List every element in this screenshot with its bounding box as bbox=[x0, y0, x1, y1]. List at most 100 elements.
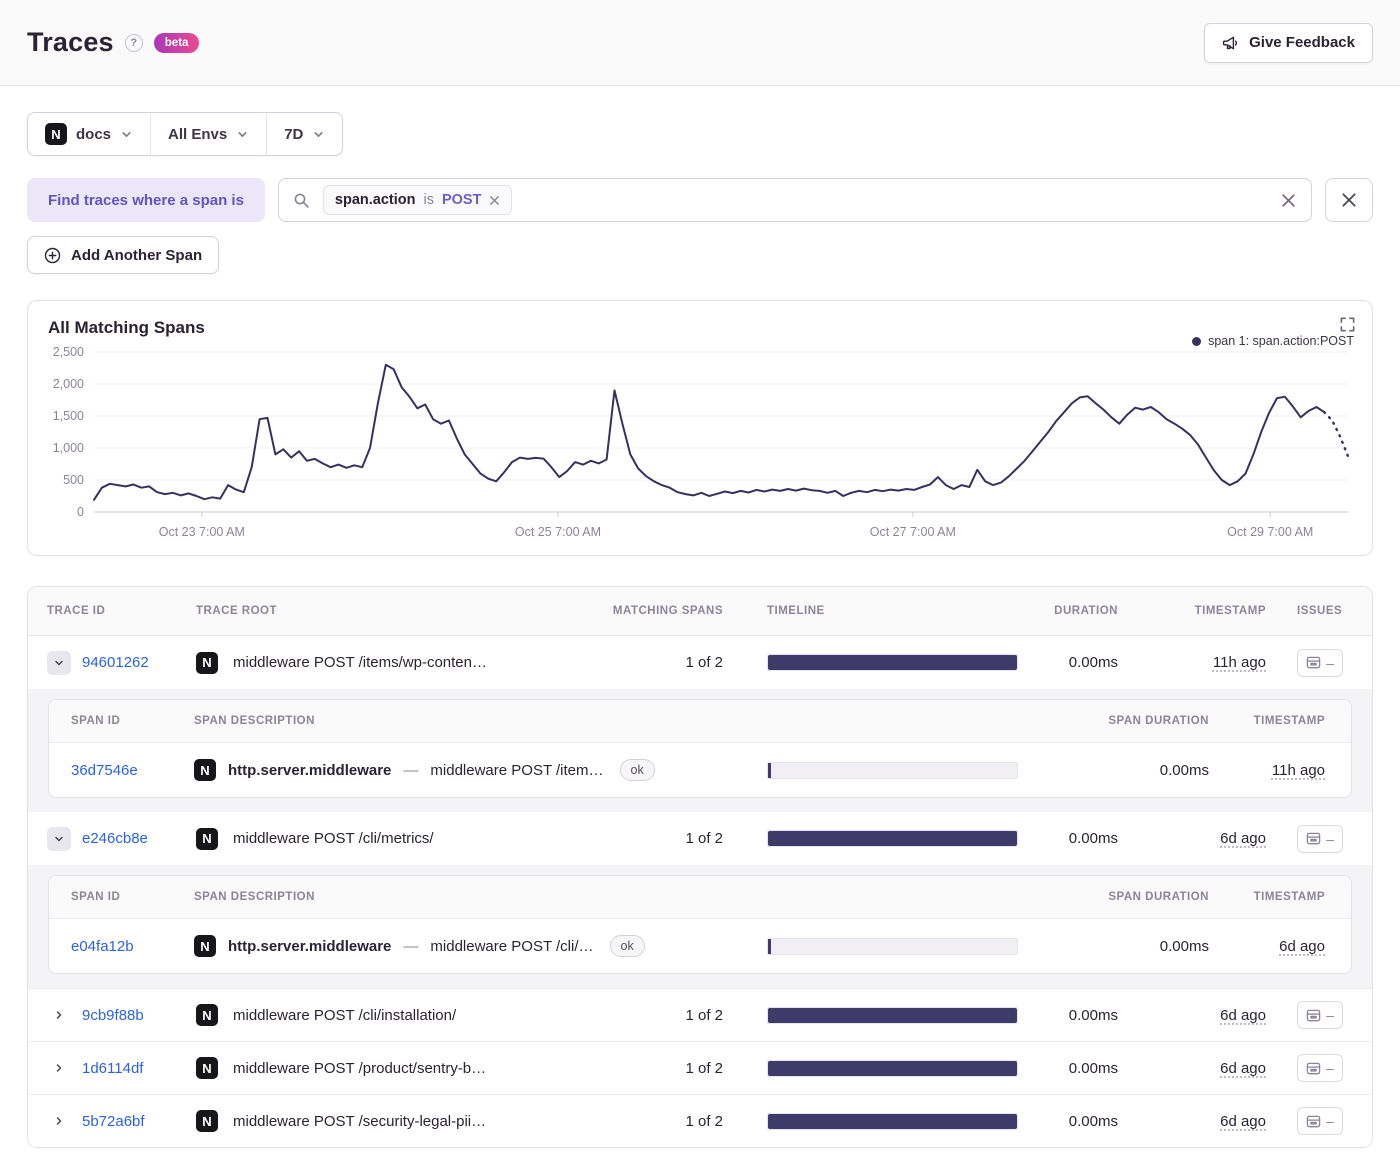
spans-chart: 0 500 1,000 1,500 2,000 2,500 Oct 23 7:00 AM Oc… bbox=[53, 345, 1350, 539]
table-row: e246cb8e N middleware POST /cli/metrics/… bbox=[28, 812, 1372, 865]
environment-filter[interactable]: All Envs bbox=[151, 113, 268, 155]
col-timeline: TIMELINE bbox=[767, 605, 825, 617]
date-range-filter-label: 7D bbox=[284, 125, 304, 143]
chevron-down-icon bbox=[236, 128, 249, 141]
matching-spans-value: 1 of 2 bbox=[685, 1059, 723, 1077]
svg-text:Oct 27 7:00 AM: Oct 27 7:00 AM bbox=[870, 525, 956, 539]
svg-text:Oct 29 7:00 AM: Oct 29 7:00 AM bbox=[1227, 525, 1313, 539]
chart-title: All Matching Spans bbox=[48, 318, 205, 337]
expand-chart-icon[interactable] bbox=[1337, 314, 1358, 335]
duration-value: 0.00ms bbox=[1068, 1112, 1118, 1130]
trace-id-link[interactable]: 9cb9f88b bbox=[82, 1007, 144, 1024]
nextjs-project-icon: N bbox=[196, 827, 218, 850]
issues-icon bbox=[1306, 656, 1321, 669]
span-timeline-bar bbox=[767, 937, 1018, 955]
nextjs-project-icon: N bbox=[194, 759, 216, 781]
svg-text:Oct 23 7:00 AM: Oct 23 7:00 AM bbox=[159, 525, 245, 539]
add-another-span-button[interactable]: Add Another Span bbox=[27, 236, 220, 274]
span-id-link[interactable]: 36d7546e bbox=[71, 762, 138, 779]
span-timestamp-value[interactable]: 11h ago bbox=[1272, 762, 1325, 779]
page-title: Traces bbox=[27, 27, 114, 57]
beta-badge: beta bbox=[153, 32, 200, 53]
collapse-row-button[interactable] bbox=[47, 826, 71, 851]
remove-span-query-button[interactable] bbox=[1325, 178, 1373, 222]
issues-button[interactable]: – bbox=[1297, 1001, 1343, 1029]
col-span-description: SPAN DESCRIPTION bbox=[194, 891, 315, 903]
issues-count: – bbox=[1326, 654, 1334, 671]
collapse-row-button[interactable] bbox=[47, 650, 71, 675]
timestamp-value[interactable]: 6d ago bbox=[1220, 830, 1266, 847]
trace-root-text: middleware POST /items/wp-conten… bbox=[233, 654, 487, 671]
token-value: POST bbox=[441, 192, 482, 208]
svg-text:1,000: 1,000 bbox=[53, 441, 84, 455]
token-operator: is bbox=[423, 192, 434, 208]
expanded-spans-section: SPAN ID SPAN DESCRIPTION SPAN DURATION T… bbox=[28, 689, 1372, 812]
span-table-header: SPAN ID SPAN DESCRIPTION SPAN DURATION T… bbox=[49, 700, 1351, 743]
give-feedback-button[interactable]: Give Feedback bbox=[1204, 22, 1373, 63]
token-remove-icon[interactable] bbox=[489, 195, 500, 206]
trace-id-link[interactable]: e246cb8e bbox=[82, 830, 148, 847]
timestamp-value[interactable]: 6d ago bbox=[1220, 1007, 1266, 1024]
col-span-duration: SPAN DURATION bbox=[1108, 891, 1209, 903]
span-status-badge: ok bbox=[609, 935, 645, 957]
date-range-filter[interactable]: 7D bbox=[267, 113, 342, 155]
plus-circle-icon bbox=[44, 247, 61, 264]
nextjs-project-icon: N bbox=[45, 123, 67, 145]
span-id-link[interactable]: e04fa12b bbox=[71, 938, 134, 955]
span-duration-value: 0.00ms bbox=[1159, 761, 1209, 779]
timeline-bar bbox=[767, 830, 1018, 847]
span-description-text: middleware POST /cli/… bbox=[430, 937, 594, 955]
chart-legend-item[interactable]: span 1: span.action:POST bbox=[1192, 334, 1354, 348]
col-span-id: SPAN ID bbox=[71, 715, 121, 727]
span-timeline-bar bbox=[767, 761, 1018, 779]
svg-text:1,500: 1,500 bbox=[53, 409, 84, 423]
span-search-input[interactable]: span.action is POST bbox=[277, 178, 1312, 222]
issues-count: – bbox=[1326, 1007, 1334, 1023]
matching-spans-value: 1 of 2 bbox=[685, 654, 723, 671]
timeline-bar bbox=[767, 654, 1018, 671]
col-timestamp: TIMESTAMP bbox=[1194, 605, 1266, 617]
matching-spans-value: 1 of 2 bbox=[685, 1006, 723, 1024]
issues-button[interactable]: – bbox=[1297, 648, 1343, 677]
help-icon[interactable]: ? bbox=[124, 33, 143, 52]
table-row: 9cb9f88b N middleware POST /cli/installa… bbox=[28, 988, 1372, 1041]
trace-id-link[interactable]: 1d6114df bbox=[82, 1060, 143, 1077]
trace-root-text: middleware POST /security-legal-pii… bbox=[233, 1112, 487, 1130]
megaphone-icon bbox=[1222, 34, 1240, 52]
issues-count: – bbox=[1326, 1060, 1334, 1076]
col-span-timestamp: TIMESTAMP bbox=[1253, 715, 1325, 727]
span-desc-separator: — bbox=[403, 937, 419, 955]
issues-button[interactable]: – bbox=[1297, 824, 1343, 853]
timeline-bar bbox=[767, 1006, 1018, 1024]
project-filter[interactable]: N docs bbox=[28, 113, 152, 155]
expand-row-button[interactable] bbox=[47, 1056, 71, 1080]
span-op: http.server.middleware bbox=[228, 761, 392, 779]
issues-button[interactable]: – bbox=[1297, 1054, 1343, 1082]
legend-dot bbox=[1192, 336, 1202, 346]
expand-row-button[interactable] bbox=[47, 1003, 71, 1027]
timestamp-value[interactable]: 11h ago bbox=[1213, 654, 1266, 671]
col-span-description: SPAN DESCRIPTION bbox=[194, 715, 315, 727]
trace-id-link[interactable]: 5b72a6bf bbox=[82, 1113, 145, 1130]
filter-token-span-action[interactable]: span.action is POST bbox=[322, 185, 513, 215]
svg-text:2,500: 2,500 bbox=[53, 345, 84, 359]
clear-search-icon[interactable] bbox=[1280, 192, 1297, 209]
nextjs-project-icon: N bbox=[196, 651, 218, 674]
duration-value: 0.00ms bbox=[1068, 1059, 1118, 1077]
page-header: Traces ? beta Give Feedback bbox=[0, 0, 1400, 86]
trace-root-text: middleware POST /product/sentry-b… bbox=[233, 1059, 487, 1077]
duration-value: 0.00ms bbox=[1068, 654, 1118, 671]
trace-id-link[interactable]: 94601262 bbox=[82, 654, 149, 671]
expand-row-button[interactable] bbox=[47, 1109, 71, 1133]
search-icon bbox=[293, 192, 310, 209]
issues-button[interactable]: – bbox=[1297, 1107, 1343, 1135]
duration-value: 0.00ms bbox=[1068, 1006, 1118, 1024]
span-timestamp-value[interactable]: 6d ago bbox=[1279, 938, 1325, 955]
expanded-spans-section: SPAN ID SPAN DESCRIPTION SPAN DURATION T… bbox=[28, 865, 1372, 988]
timestamp-value[interactable]: 6d ago bbox=[1220, 1113, 1266, 1130]
duration-value: 0.00ms bbox=[1068, 830, 1118, 847]
svg-text:Oct 25 7:00 AM: Oct 25 7:00 AM bbox=[515, 525, 601, 539]
nextjs-project-icon: N bbox=[194, 935, 216, 957]
timestamp-value[interactable]: 6d ago bbox=[1220, 1060, 1266, 1077]
span-op: http.server.middleware bbox=[228, 937, 392, 955]
